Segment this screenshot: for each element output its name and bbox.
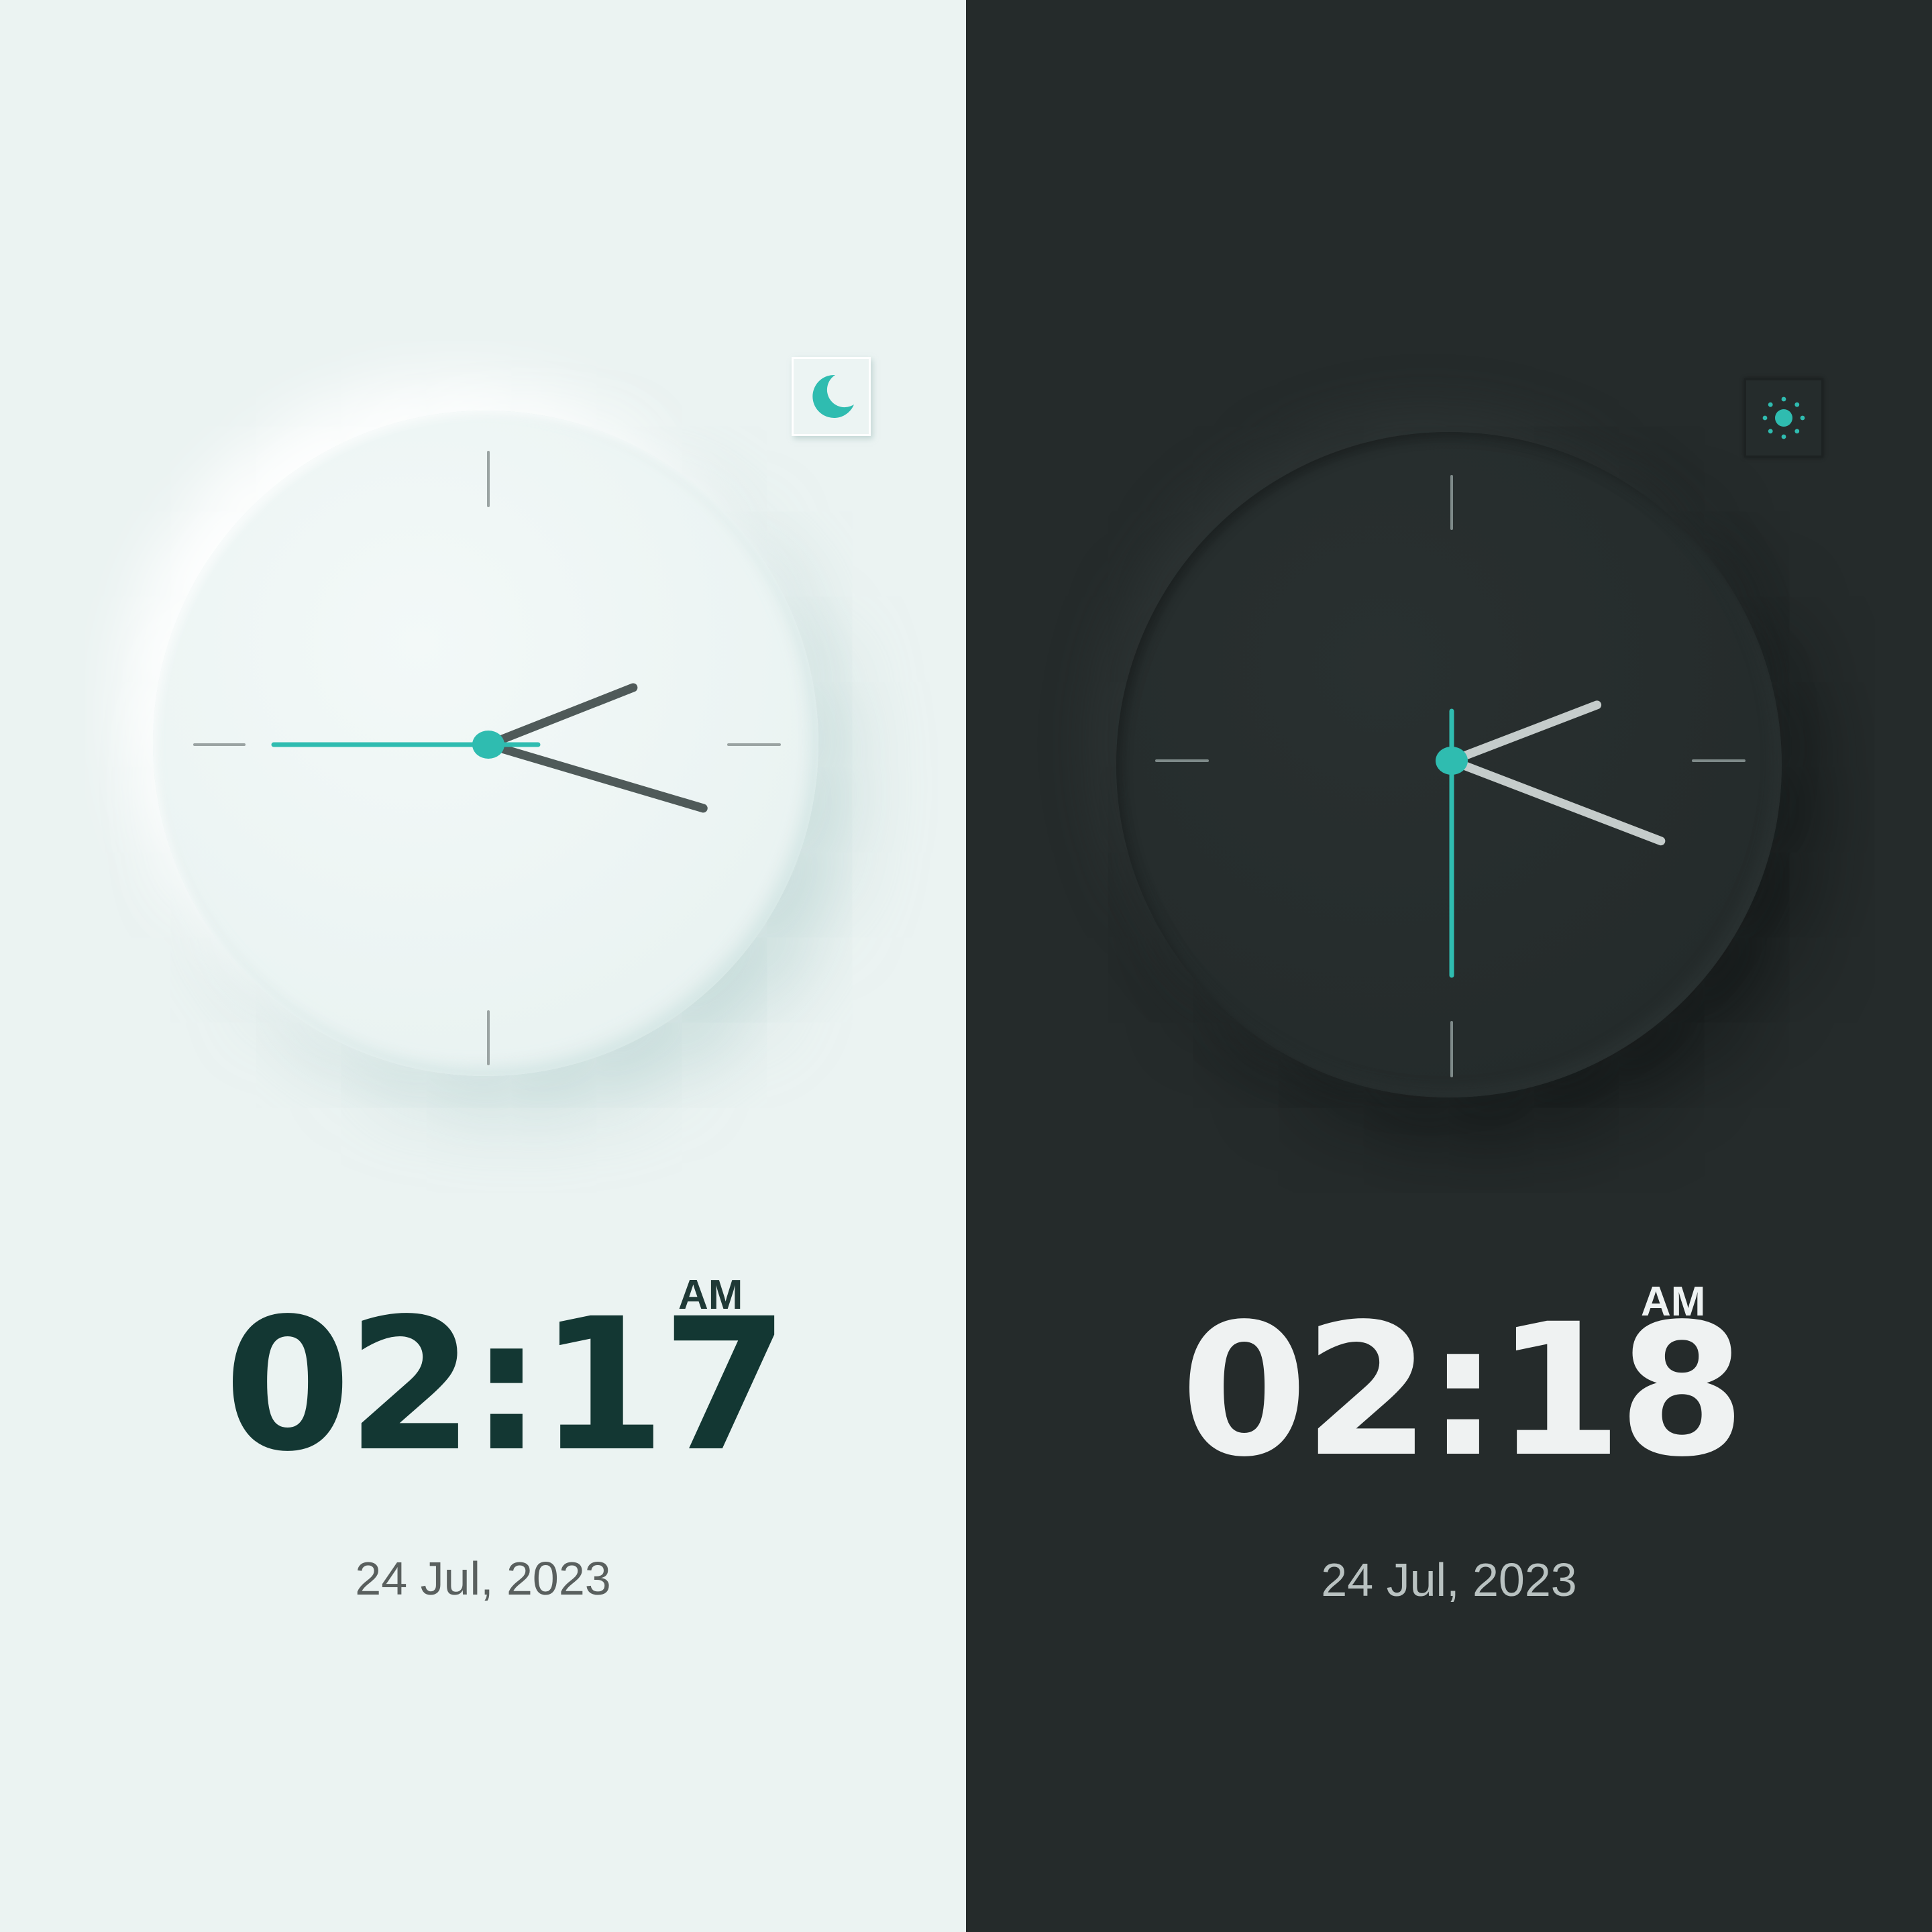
date-label: 24 Jul, 2023 — [355, 1552, 611, 1605]
analog-clock — [1116, 432, 1782, 1097]
clock-face — [193, 451, 781, 1065]
date-label: 24 Jul, 2023 — [1321, 1554, 1577, 1606]
hour-hand — [1447, 700, 1602, 765]
light-theme-panel: 02:17 AM 24 Jul, 2023 — [0, 0, 966, 1932]
am-pm-label: AM — [678, 1272, 743, 1318]
digital-time: 02:18 — [1181, 1285, 1746, 1497]
digital-time-row: 02:18 — [1181, 1285, 1746, 1497]
minute-hand — [484, 740, 708, 813]
minute-hand — [1447, 756, 1666, 846]
clock-hands — [271, 683, 708, 813]
hour-hand — [484, 683, 638, 749]
center-pin — [472, 731, 504, 759]
am-pm-label: AM — [1641, 1279, 1706, 1325]
digital-time: 02:17 — [224, 1280, 789, 1492]
digital-time-row: 02:17 — [224, 1280, 789, 1492]
analog-clock — [153, 411, 818, 1076]
dark-theme-panel: 02:18 AM 24 Jul, 2023 — [966, 0, 1932, 1932]
clock-hands — [1436, 700, 1666, 978]
center-pin — [1436, 747, 1468, 775]
clock-face — [1155, 475, 1746, 1077]
